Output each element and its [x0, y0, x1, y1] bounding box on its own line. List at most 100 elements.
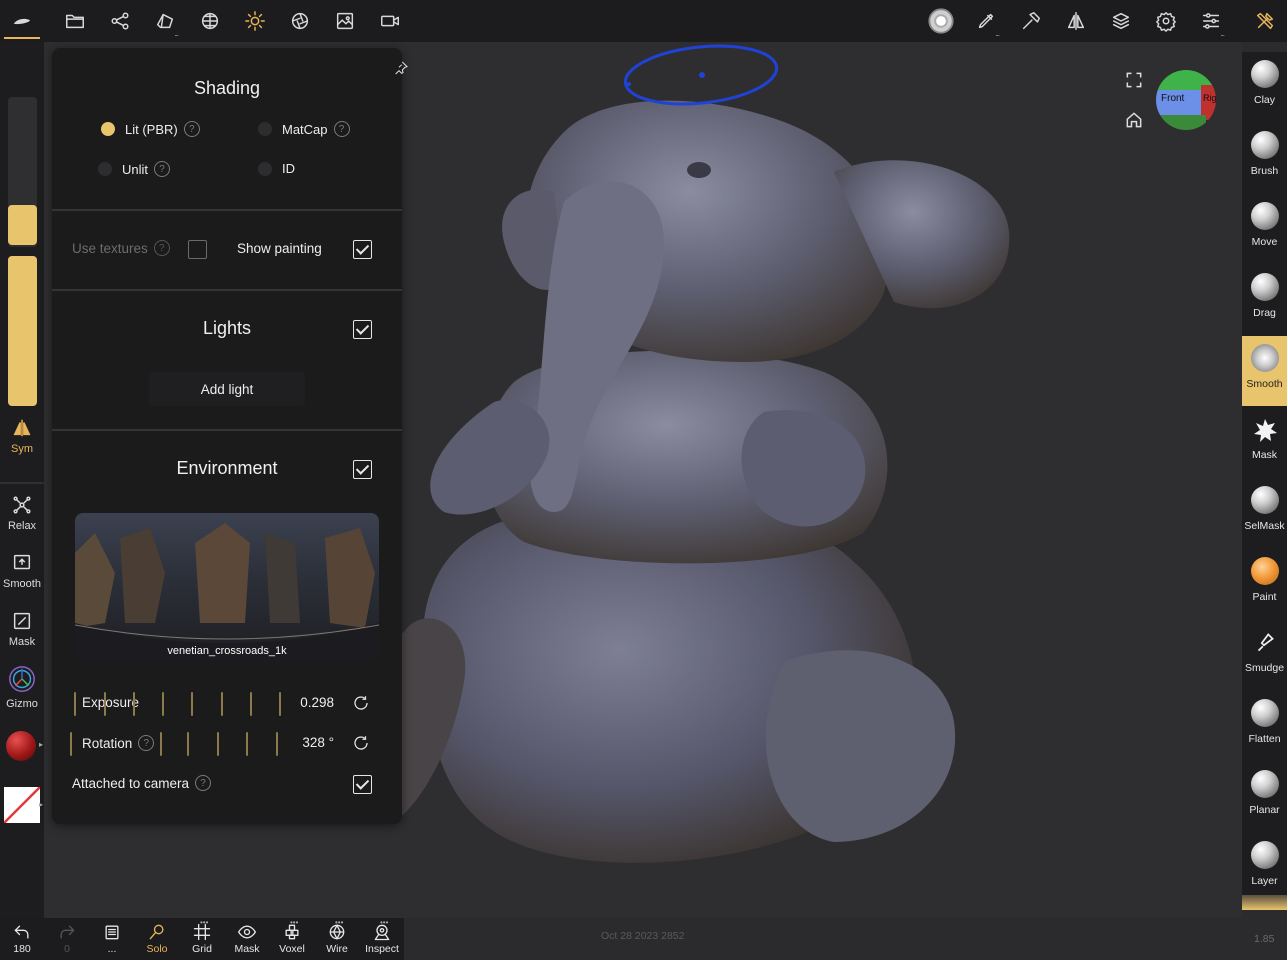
- tool-flatten[interactable]: Flatten: [1242, 691, 1287, 761]
- scene-graph-icon[interactable]: [105, 6, 135, 36]
- lit-pbr-radio[interactable]: [101, 122, 115, 136]
- tool-smudge-label: Smudge: [1244, 662, 1285, 674]
- paint-brush-icon[interactable]: ...: [971, 6, 1001, 38]
- gizmo-icon: [9, 666, 35, 692]
- tool-layer-label: Layer: [1251, 875, 1278, 887]
- tool-layer[interactable]: Layer: [1242, 833, 1287, 903]
- environment-thumbnail[interactable]: venetian_crossroads_1k: [75, 513, 379, 661]
- layers-icon[interactable]: [1106, 6, 1136, 36]
- rotation-slider[interactable]: [70, 730, 285, 758]
- matcap-option[interactable]: MatCap ?: [258, 121, 350, 137]
- history-button[interactable]: ...: [92, 920, 132, 955]
- lights-title: Lights: [202, 318, 252, 338]
- tool-move-label: Move: [1251, 236, 1278, 248]
- tool-paint-label: Paint: [1252, 591, 1277, 603]
- clay-icon: [1250, 60, 1279, 88]
- nomad-logo-icon[interactable]: [7, 6, 37, 36]
- voxel-button[interactable]: ••• Voxel: [272, 918, 312, 955]
- help-icon[interactable]: ?: [154, 161, 171, 177]
- tool-selmask[interactable]: SelMask: [1242, 478, 1287, 548]
- alpha-swatch[interactable]: [4, 787, 40, 823]
- id-option[interactable]: ID: [258, 161, 295, 176]
- intensity-slider-fill[interactable]: [8, 256, 37, 406]
- symmetry-icon[interactable]: [1061, 6, 1091, 36]
- divider: [52, 429, 402, 431]
- reset-exposure-icon[interactable]: [352, 694, 370, 717]
- redo-button[interactable]: 0: [47, 920, 87, 955]
- unlit-option[interactable]: Unlit ?: [98, 161, 171, 177]
- help-icon[interactable]: ?: [333, 121, 350, 137]
- solo-label: Solo: [146, 943, 168, 955]
- tool-drag[interactable]: Drag: [1242, 265, 1287, 335]
- brush-preview-icon[interactable]: [926, 6, 956, 36]
- more-dots: •••: [200, 918, 209, 927]
- id-radio[interactable]: [258, 161, 272, 176]
- wire-button[interactable]: ••• Wire: [317, 918, 357, 955]
- grid-button[interactable]: ••• Grid: [182, 918, 222, 955]
- tool-mask[interactable]: Mask: [1242, 407, 1287, 477]
- mask-visibility-button[interactable]: Mask: [227, 920, 267, 955]
- material-sphere-icon[interactable]: [195, 6, 225, 36]
- exposure-slider[interactable]: [72, 690, 287, 718]
- material-color-swatch[interactable]: [6, 731, 36, 761]
- solo-button[interactable]: Solo: [137, 920, 177, 955]
- sun-icon[interactable]: [240, 6, 270, 36]
- topology-icon[interactable]: ...: [150, 6, 180, 38]
- help-icon[interactable]: ?: [153, 240, 170, 256]
- hammer-icon[interactable]: [1016, 6, 1046, 36]
- fullscreen-icon[interactable]: [1124, 70, 1144, 95]
- lit-pbr-label: Lit (PBR): [125, 121, 178, 137]
- tool-brush[interactable]: Brush: [1242, 123, 1287, 193]
- tool-smudge[interactable]: Smudge: [1242, 620, 1287, 690]
- more-dots: •••: [290, 918, 299, 927]
- redo-icon: [60, 925, 75, 939]
- gizmo-button[interactable]: Gizmo: [0, 664, 44, 710]
- tool-planar-label: Planar: [1249, 804, 1280, 816]
- unlit-radio[interactable]: [98, 162, 112, 176]
- folder-icon[interactable]: [60, 6, 90, 36]
- sliders-icon[interactable]: ...: [1196, 6, 1226, 38]
- tool-clay[interactable]: Clay: [1242, 52, 1287, 122]
- lens-icon[interactable]: [285, 6, 315, 36]
- show-painting-checkbox[interactable]: [353, 240, 372, 259]
- lit-pbr-option[interactable]: Lit (PBR) ?: [101, 121, 200, 137]
- alpha-arrow-icon: ▸: [39, 800, 44, 809]
- tool-move[interactable]: Move: [1242, 194, 1287, 264]
- smudge-icon: [1257, 633, 1274, 652]
- flatten-icon: [1250, 699, 1279, 727]
- mask-button[interactable]: Mask: [0, 610, 44, 648]
- reset-rotation-icon[interactable]: [352, 734, 370, 757]
- show-painting-label: Show painting: [237, 241, 322, 256]
- image-icon[interactable]: [330, 6, 360, 36]
- attached-camera-checkbox[interactable]: [353, 775, 372, 794]
- tool-mask-label: Mask: [1251, 449, 1278, 461]
- tool-planar[interactable]: Planar: [1242, 762, 1287, 832]
- environment-checkbox[interactable]: [353, 460, 372, 479]
- tools-icon[interactable]: [1250, 6, 1280, 36]
- radius-slider-fill[interactable]: [8, 205, 37, 245]
- add-light-button[interactable]: Add light: [149, 372, 305, 406]
- tool-clay-label: Clay: [1253, 94, 1275, 106]
- tool-flatten-label: Flatten: [1248, 733, 1281, 745]
- camera-icon[interactable]: [375, 6, 405, 36]
- smooth-button[interactable]: Smooth: [0, 552, 44, 590]
- id-label: ID: [282, 161, 295, 176]
- sym-button[interactable]: Sym: [0, 417, 44, 455]
- tool-selmask-label: SelMask: [1244, 520, 1285, 532]
- matcap-radio[interactable]: [258, 122, 272, 136]
- settings-icon[interactable]: [1151, 6, 1181, 36]
- lights-checkbox[interactable]: [353, 320, 372, 339]
- help-icon[interactable]: ?: [195, 775, 212, 791]
- use-textures-checkbox[interactable]: [188, 240, 207, 259]
- home-view-icon[interactable]: [1124, 110, 1144, 135]
- brush-icon: [1250, 131, 1279, 159]
- solo-icon: [149, 924, 164, 940]
- tool-paint[interactable]: Paint: [1242, 549, 1287, 619]
- help-icon[interactable]: ?: [183, 121, 200, 137]
- undo-button[interactable]: 180: [2, 920, 42, 955]
- relax-button[interactable]: Relax: [0, 494, 44, 532]
- inspect-button[interactable]: ••• Inspect: [362, 918, 402, 955]
- navigation-cube[interactable]: Front Rig: [1156, 70, 1216, 130]
- tool-smooth[interactable]: Smooth: [1242, 336, 1287, 406]
- use-textures-row: Use textures ?: [72, 240, 170, 256]
